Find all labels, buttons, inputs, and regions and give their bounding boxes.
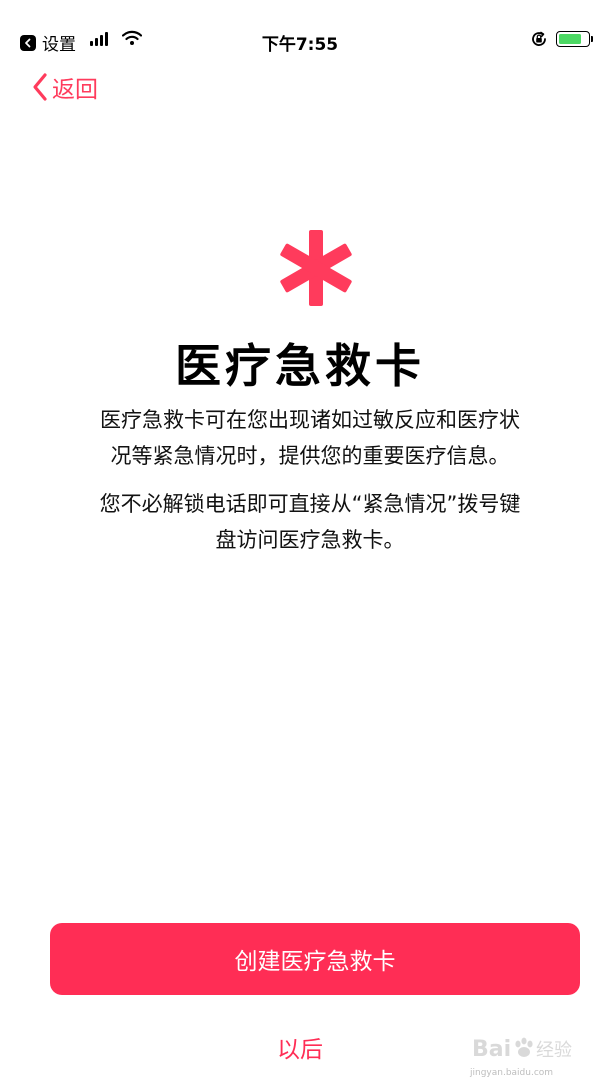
battery-level (559, 34, 582, 44)
description-line: 况等紧急情况时，提供您的重要医疗信息。 (110, 444, 510, 468)
chevron-left-icon (33, 73, 47, 101)
svg-text:Bai: Bai (472, 1037, 511, 1062)
baidu-paw-icon: Bai 经验 (472, 1037, 572, 1062)
unlock-info-text: 您不必解锁电话即可直接从“紧急情况”拨号键 盘访问医疗急救卡。 (55, 486, 565, 558)
nav-back-button[interactable]: 返回 (32, 70, 98, 104)
description-line: 医疗急救卡可在您出现诸如过敏反应和医疗状 (100, 408, 520, 432)
svg-text:经验: 经验 (536, 1040, 572, 1061)
description-text: 医疗急救卡可在您出现诸如过敏反应和医疗状 况等紧急情况时，提供您的重要医疗信息。 (60, 402, 560, 474)
create-medical-id-button[interactable]: 创建医疗急救卡 (50, 923, 580, 995)
battery-cap (591, 36, 593, 42)
watermark-url: jingyan.baidu.com (470, 1068, 554, 1078)
rotation-lock-icon (532, 31, 546, 46)
status-bar: 设置 下午7:55 (0, 0, 600, 80)
baidu-jingyan-logo: Bai 经验 jingyan.baidu.com (470, 1030, 595, 1078)
unlock-info-line: 盘访问医疗急救卡。 (215, 528, 405, 552)
nav-back-label: 返回 (52, 77, 98, 103)
status-time: 下午7:55 (261, 35, 339, 55)
page-title: 医疗急救卡 (175, 339, 425, 393)
asterisk-icon (280, 230, 352, 306)
battery-icon (556, 31, 590, 47)
unlock-info-line: 您不必解锁电话即可直接从“紧急情况”拨号键 (99, 492, 521, 516)
